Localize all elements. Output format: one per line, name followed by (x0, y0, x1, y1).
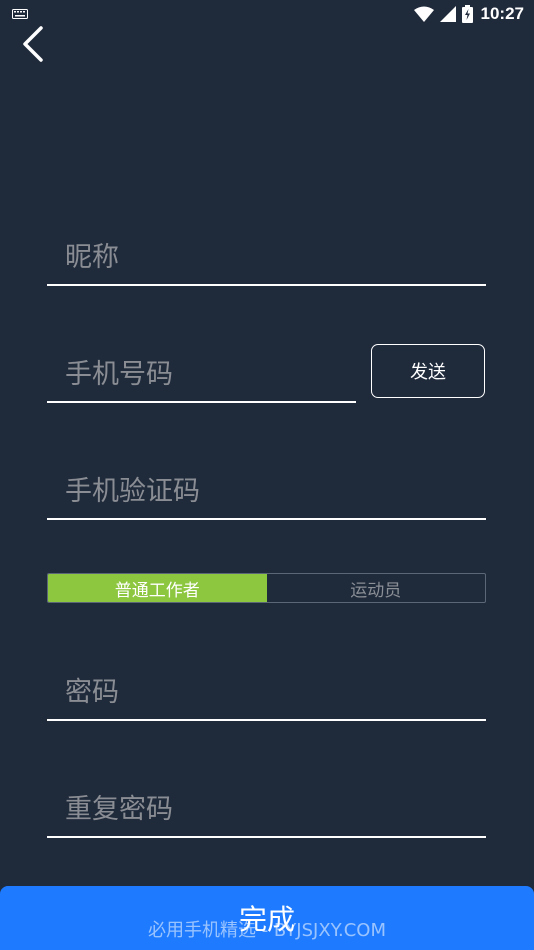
phone-field (47, 349, 356, 403)
back-button[interactable] (14, 22, 54, 66)
send-code-button[interactable]: 发送 (371, 344, 485, 398)
nickname-field (47, 232, 486, 286)
nickname-input[interactable] (63, 238, 476, 276)
signal-icon (439, 6, 456, 22)
done-button[interactable]: 完成 (0, 886, 534, 950)
verification-code-field (47, 466, 486, 520)
wifi-icon (413, 6, 434, 22)
battery-charging-icon (461, 5, 473, 23)
confirm-password-field (47, 784, 486, 838)
role-option-athlete[interactable]: 运动员 (267, 574, 486, 602)
register-screen: 10:27 发送 普通工作者 运动员 完成 必用手机精选 - BYJSJXY.C… (0, 0, 534, 950)
password-input[interactable] (63, 673, 476, 711)
role-segmented-control: 普通工作者 运动员 (47, 573, 486, 603)
verification-code-input[interactable] (63, 472, 476, 510)
chevron-left-icon (23, 26, 43, 62)
role-option-worker[interactable]: 普通工作者 (48, 574, 267, 602)
status-icons: 10:27 (413, 4, 524, 24)
status-bar: 10:27 (0, 0, 534, 28)
keyboard-icon (12, 9, 28, 19)
status-time: 10:27 (480, 4, 524, 23)
confirm-password-input[interactable] (63, 790, 476, 828)
phone-input[interactable] (63, 355, 346, 393)
password-field (47, 667, 486, 721)
